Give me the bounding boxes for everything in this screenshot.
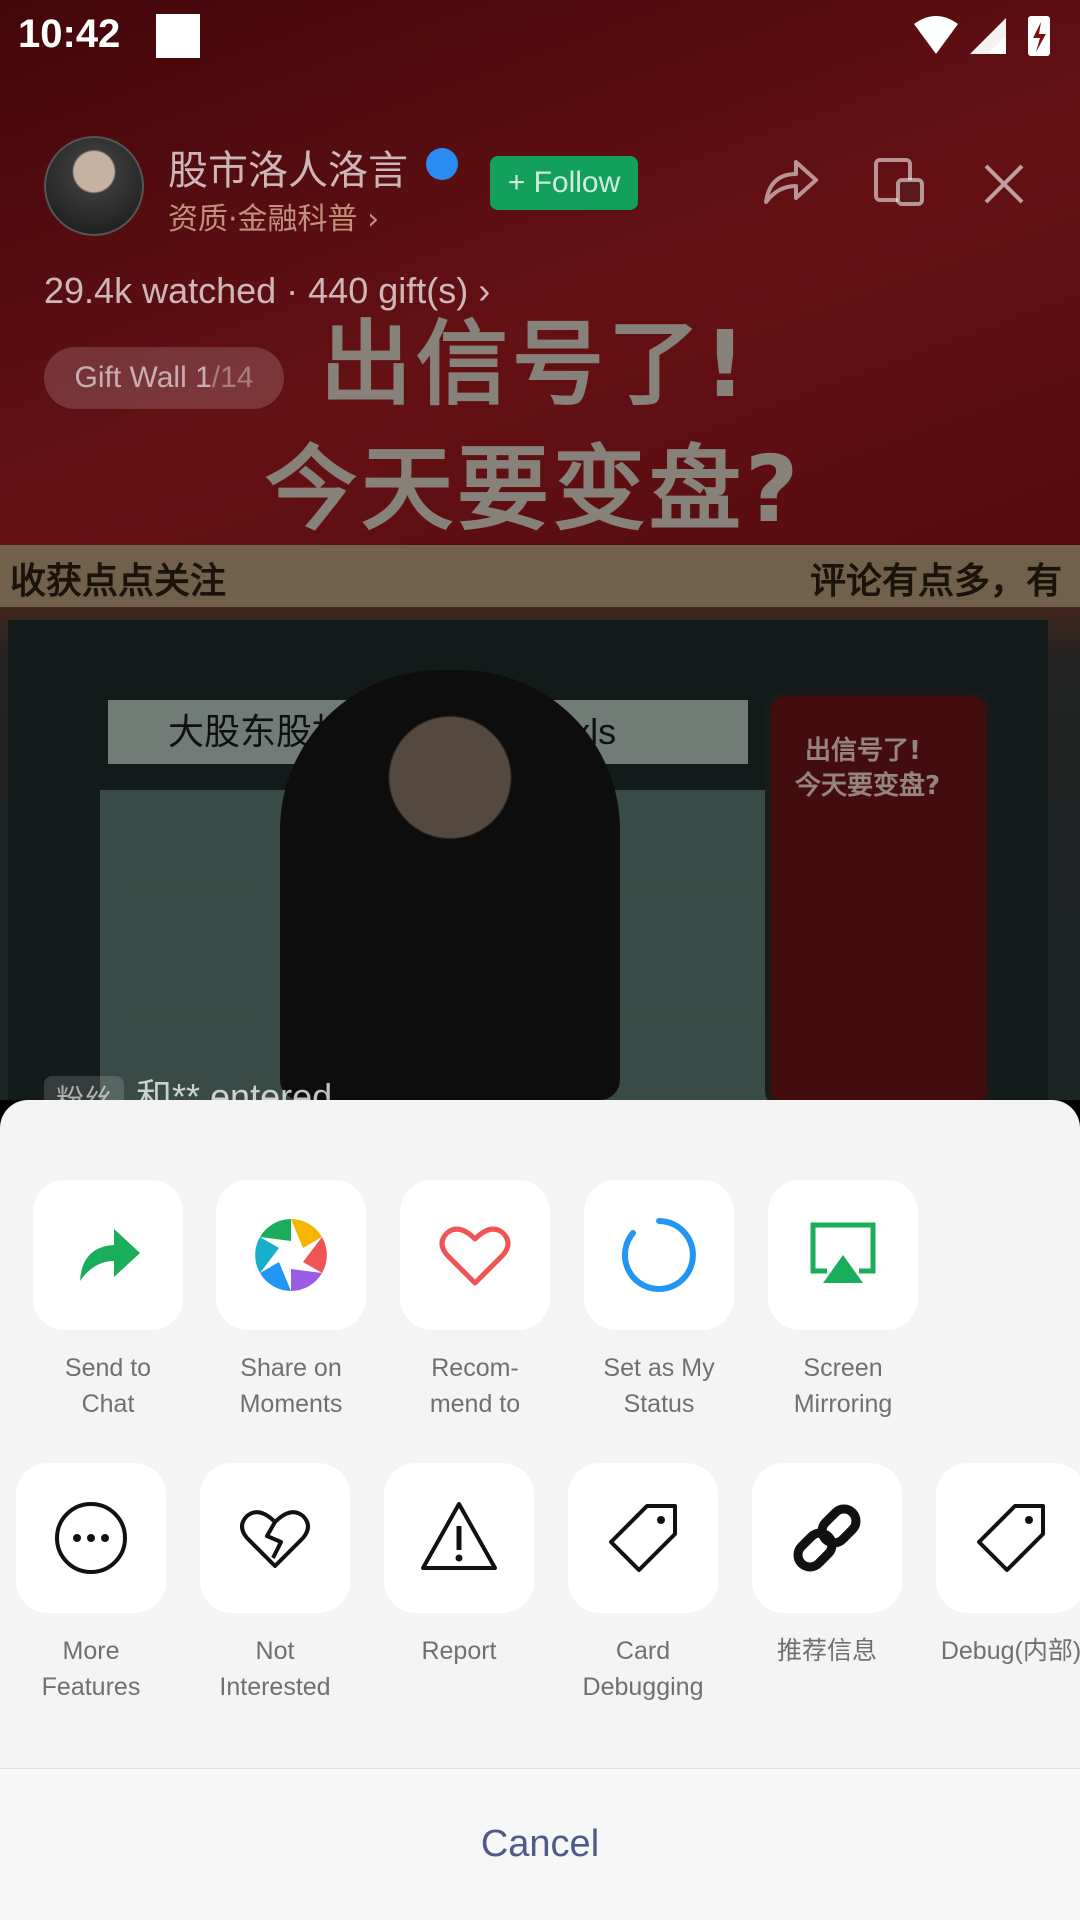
set-as-status-label: Set as My Status: [603, 1354, 715, 1418]
follow-button[interactable]: + Follow: [490, 156, 638, 210]
recommend-info-button[interactable]: [752, 1463, 902, 1613]
streamer-avatar[interactable]: [44, 136, 144, 236]
card-debugging-label: Card Debugging: [582, 1637, 704, 1701]
not-interested-label: Not Interested: [219, 1637, 331, 1701]
status-time: 10:42: [18, 12, 121, 56]
broken-heart-icon: [240, 1510, 310, 1568]
warning-icon: [421, 1502, 497, 1570]
report-label: Report: [421, 1637, 497, 1665]
watched-stats[interactable]: 29.4k watched · 440 gift(s) ›: [44, 270, 490, 312]
share-arrow-icon: [80, 1229, 140, 1281]
set-as-status-button[interactable]: [584, 1180, 734, 1330]
close-icon[interactable]: [974, 154, 1034, 214]
recommend-to-label: Recom- mend to: [429, 1354, 521, 1418]
tag-icon: [609, 1504, 677, 1572]
mini-window-icon[interactable]: [868, 152, 928, 212]
screen-mirroring-label: Screen Mirroring: [793, 1354, 893, 1418]
share-on-moments-label: Share on Moments: [239, 1354, 343, 1418]
gift-wall-button[interactable]: Gift Wall 1/14: [44, 347, 284, 409]
send-to-chat-label: Send to Chat: [64, 1354, 152, 1418]
streamer-subtitle[interactable]: 资质·金融科普 ›: [168, 194, 379, 238]
more-features-button[interactable]: [16, 1463, 166, 1613]
wifi-icon: [914, 16, 958, 54]
status-ring-icon: [621, 1218, 696, 1292]
moments-aperture-icon: [255, 1219, 327, 1291]
recommend-to-button[interactable]: [400, 1180, 550, 1330]
streamer-name[interactable]: 股市洛人洛言: [168, 138, 408, 196]
screen-mirroring-button[interactable]: [768, 1180, 918, 1330]
gift-wall-label: Gift Wall 1: [74, 361, 212, 394]
more-dots-icon: [55, 1502, 127, 1574]
share-arrow-icon[interactable]: [760, 152, 820, 212]
more-features-label: More Features: [41, 1637, 141, 1701]
airplay-icon: [810, 1222, 876, 1283]
send-to-chat-button[interactable]: [33, 1180, 183, 1330]
verified-badge-icon: [426, 148, 458, 180]
debug-internal-label: Debug(内部): [940, 1637, 1080, 1665]
status-icons: [914, 16, 1050, 56]
tag-icon: [977, 1504, 1045, 1572]
report-button[interactable]: [384, 1463, 534, 1613]
link-icon: [793, 1504, 861, 1572]
share-on-moments-button[interactable]: [216, 1180, 366, 1330]
not-interested-button[interactable]: [200, 1463, 350, 1613]
recommend-info-label: 推荐信息: [776, 1637, 877, 1665]
card-debugging-button[interactable]: [568, 1463, 718, 1613]
notification-icon: [156, 14, 200, 58]
cancel-button[interactable]: Cancel: [0, 1769, 1080, 1920]
gift-wall-count: /14: [211, 361, 254, 394]
heart-icon: [439, 1226, 511, 1286]
debug-internal-button[interactable]: [936, 1463, 1080, 1613]
